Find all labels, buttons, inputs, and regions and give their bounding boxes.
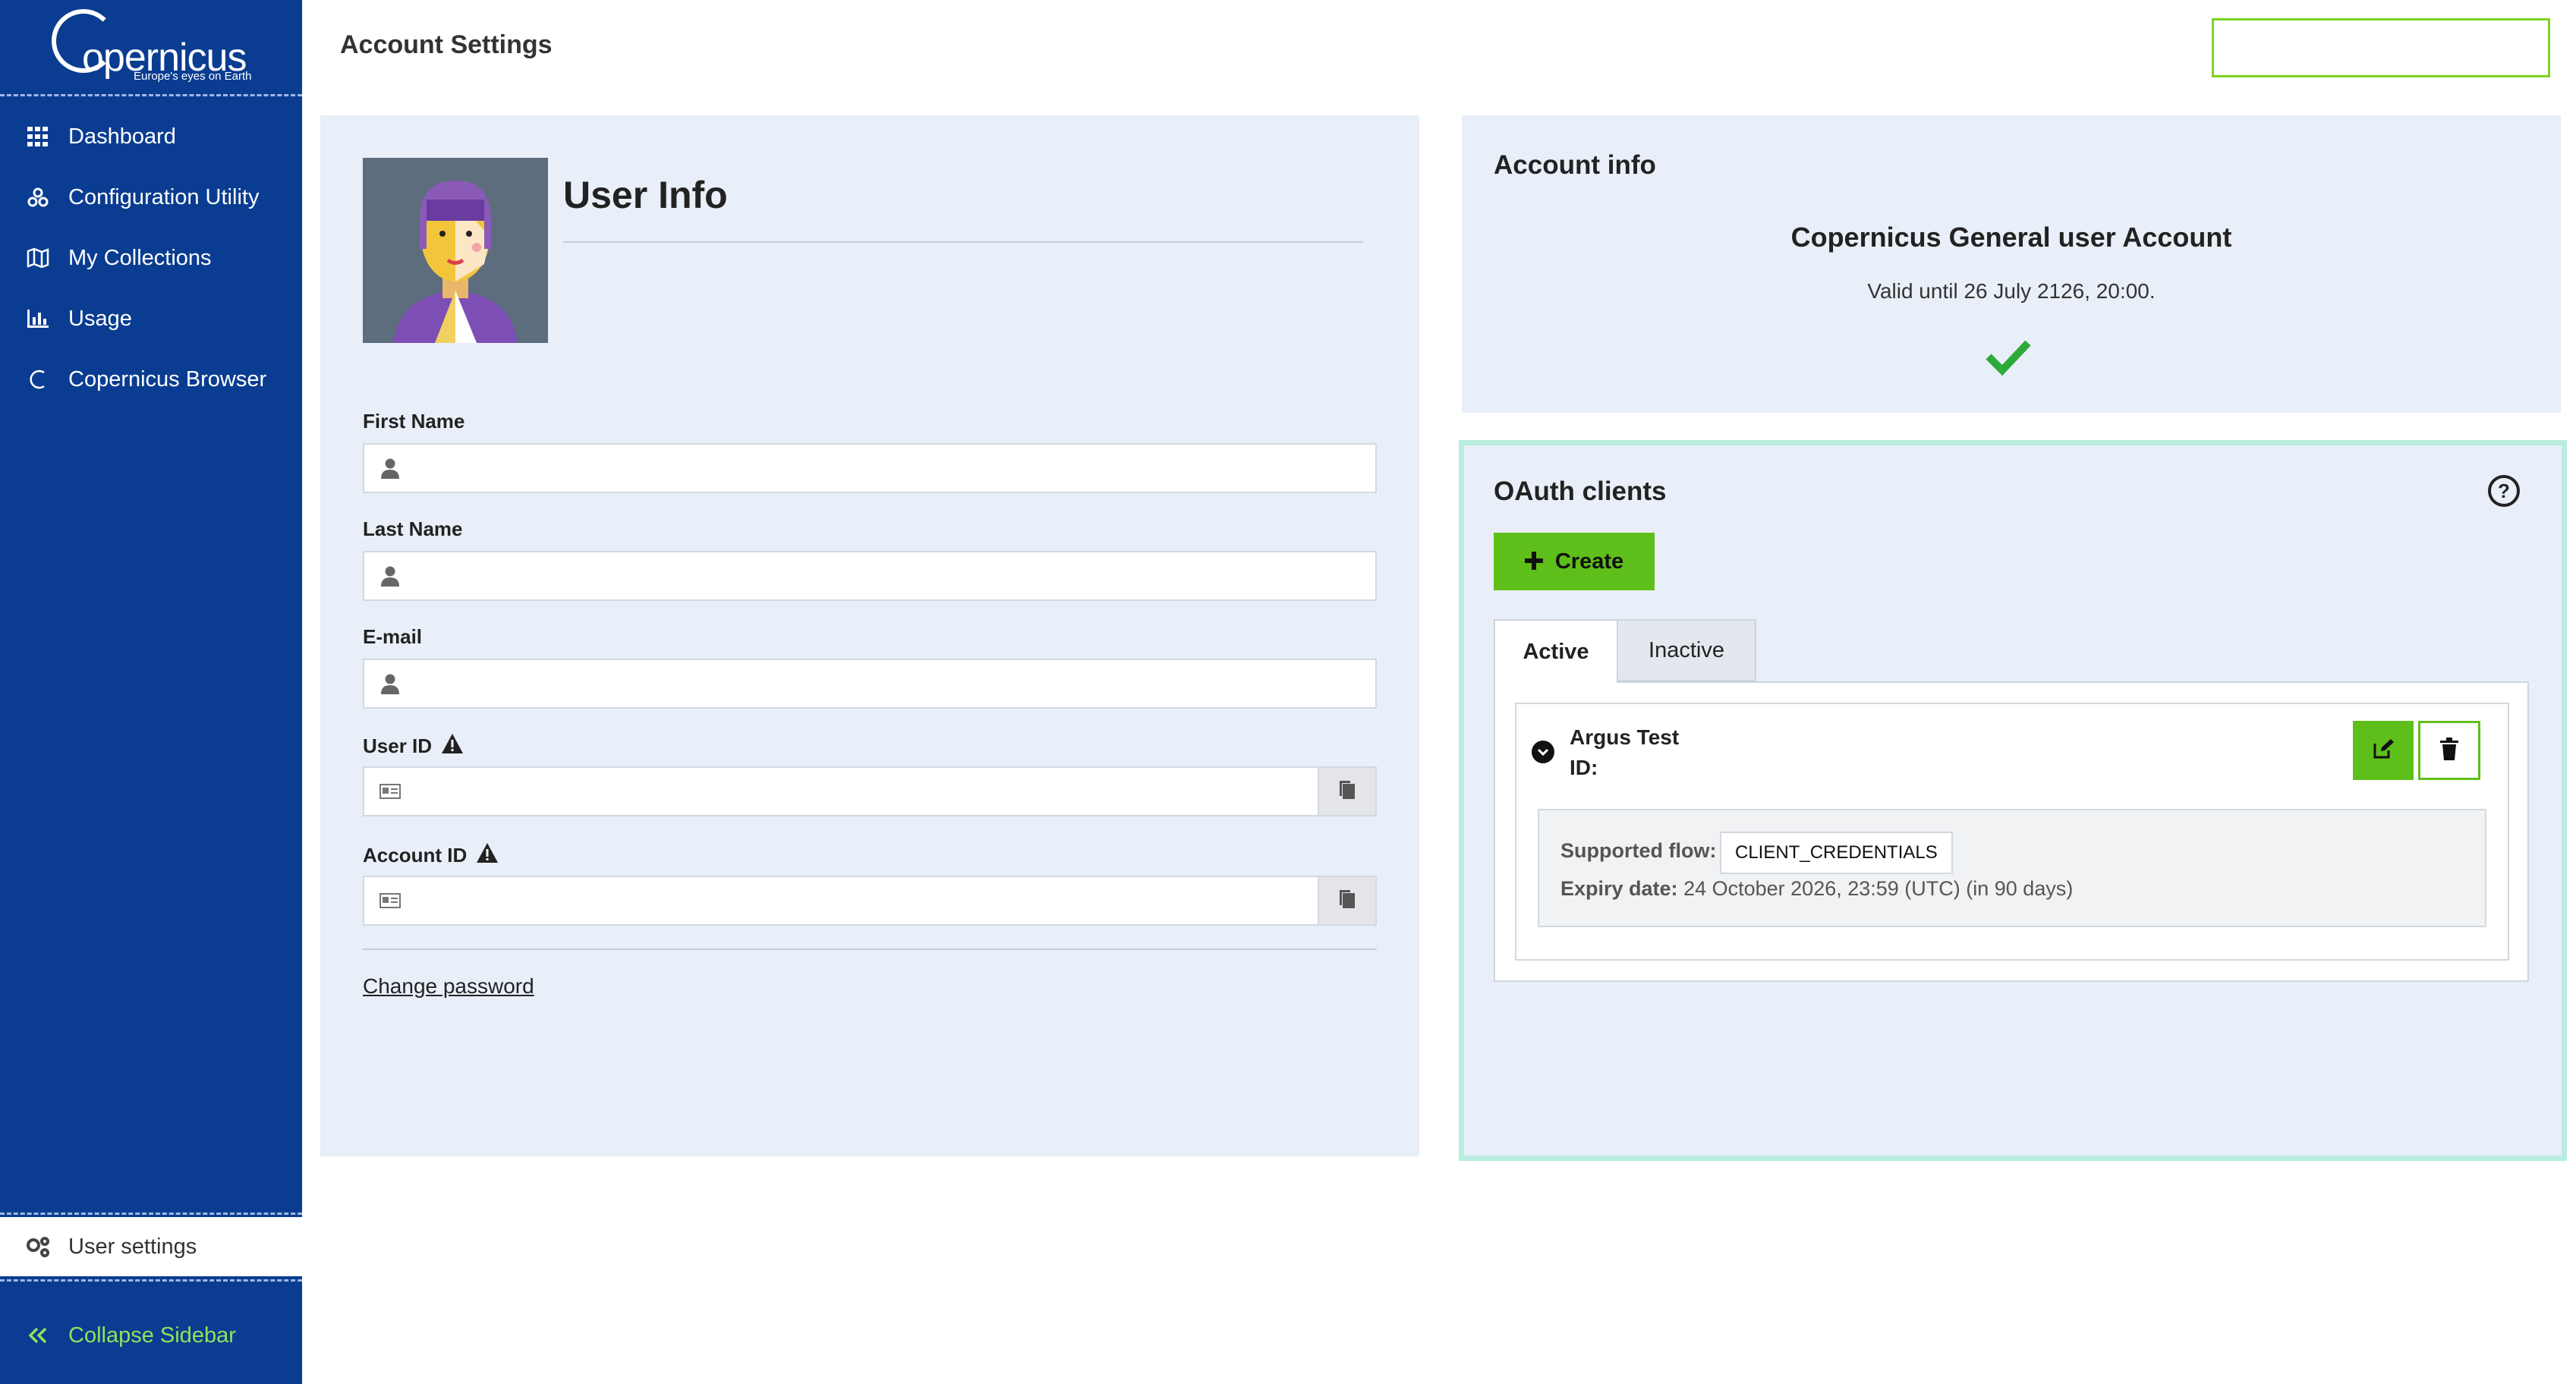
sidebar-item-usage[interactable]: Usage bbox=[0, 288, 302, 349]
copy-icon bbox=[1338, 889, 1356, 914]
user-id-label: User ID bbox=[363, 733, 464, 760]
expiry-date: Expiry date: 24 October 2026, 23:59 (UTC… bbox=[1560, 877, 2073, 901]
user-settings-label: User settings bbox=[68, 1234, 197, 1259]
first-name-field[interactable] bbox=[363, 443, 1377, 493]
id-card-icon bbox=[364, 784, 416, 799]
sidebar-item-label: Dashboard bbox=[68, 124, 176, 149]
edit-icon bbox=[2372, 738, 2395, 764]
account-id-field[interactable] bbox=[363, 876, 1377, 926]
account-id-label: Account ID bbox=[363, 842, 499, 869]
help-icon[interactable]: ? bbox=[2488, 475, 2520, 507]
account-id-input[interactable] bbox=[416, 877, 1318, 924]
warning-icon[interactable] bbox=[441, 733, 464, 760]
cogs-icon bbox=[24, 185, 52, 209]
user-icon bbox=[364, 673, 416, 694]
copernicus-logo[interactable]: opernicus Europe's eyes on Earth bbox=[52, 6, 252, 83]
copy-account-id-button[interactable] bbox=[1318, 877, 1375, 924]
copy-user-id-button[interactable] bbox=[1318, 768, 1375, 815]
sidebar-item-label: Copernicus Browser bbox=[68, 366, 267, 392]
sidebar-item-label: Configuration Utility bbox=[68, 184, 260, 209]
page-title: Account Settings bbox=[340, 30, 553, 59]
collapse-sidebar-button[interactable]: Collapse Sidebar bbox=[0, 1305, 302, 1366]
sidebar-item-copernicus-browser[interactable]: Copernicus Browser bbox=[0, 349, 302, 410]
user-id-field[interactable] bbox=[363, 766, 1377, 816]
grid-icon bbox=[24, 124, 52, 149]
user-id-input[interactable] bbox=[416, 768, 1318, 815]
sidebar-item-label: Usage bbox=[68, 306, 132, 331]
create-label: Create bbox=[1554, 549, 1624, 574]
sidebar-item-configuration-utility[interactable]: Configuration Utility bbox=[0, 167, 302, 228]
last-name-input[interactable] bbox=[416, 552, 1375, 599]
last-name-label-text: Last Name bbox=[363, 517, 463, 540]
last-name-label: Last Name bbox=[363, 517, 463, 541]
sidebar-divider bbox=[0, 1213, 302, 1215]
email-input[interactable] bbox=[416, 660, 1375, 707]
supported-flow-label: Supported flow: bbox=[1560, 839, 1717, 862]
email-label: E-mail bbox=[363, 625, 422, 649]
user-id-label-text: User ID bbox=[363, 734, 433, 757]
first-name-label: First Name bbox=[363, 410, 464, 433]
header-action-box[interactable] bbox=[2212, 18, 2550, 77]
warning-icon[interactable] bbox=[476, 842, 499, 869]
double-chevron-left-icon bbox=[24, 1323, 52, 1348]
collapse-sidebar-label: Collapse Sidebar bbox=[68, 1323, 236, 1348]
user-icon bbox=[364, 565, 416, 587]
sidebar-item-dashboard[interactable]: Dashboard bbox=[0, 106, 302, 167]
client-header: Argus Test ID: bbox=[1570, 722, 1679, 783]
account-type-name: Copernicus General user Account bbox=[1790, 222, 2232, 253]
expiry-label: Expiry date: bbox=[1560, 877, 1678, 900]
sidebar: opernicus Europe's eyes on Earth Dashboa… bbox=[0, 0, 302, 1384]
title-divider bbox=[563, 241, 1363, 243]
user-icon bbox=[364, 458, 416, 479]
user-avatar[interactable] bbox=[363, 158, 548, 343]
first-name-input[interactable] bbox=[416, 445, 1375, 492]
gears-icon bbox=[24, 1235, 52, 1259]
chevron-down-icon[interactable] bbox=[1532, 741, 1554, 763]
supported-flow-badge: CLIENT_CREDENTIALS bbox=[1720, 832, 1953, 874]
sidebar-nav: Dashboard Configuration Utility My Colle… bbox=[0, 106, 302, 410]
map-icon bbox=[24, 246, 52, 270]
sidebar-item-label: My Collections bbox=[68, 245, 212, 270]
checkmark-icon bbox=[1986, 334, 2031, 379]
trash-icon bbox=[2440, 737, 2458, 764]
logo-tagline: Europe's eyes on Earth bbox=[134, 70, 252, 83]
user-info-title: User Info bbox=[563, 174, 728, 216]
plus-icon bbox=[1524, 549, 1543, 574]
create-client-button[interactable]: Create bbox=[1494, 533, 1655, 590]
sidebar-divider bbox=[0, 94, 302, 96]
expiry-value: 24 October 2026, 23:59 (UTC) (in 90 days… bbox=[1683, 877, 2074, 900]
bar-chart-icon bbox=[24, 307, 52, 331]
sidebar-divider bbox=[0, 1279, 302, 1282]
oauth-clients-title: OAuth clients bbox=[1494, 477, 1667, 506]
account-info-title: Account info bbox=[1494, 150, 1656, 180]
client-id-label: ID: bbox=[1570, 756, 1598, 779]
client-name: Argus Test bbox=[1570, 725, 1680, 749]
last-name-field[interactable] bbox=[363, 551, 1377, 601]
edit-client-button[interactable] bbox=[2353, 721, 2414, 780]
delete-client-button[interactable] bbox=[2418, 721, 2480, 780]
tab-active[interactable]: Active bbox=[1494, 619, 1618, 683]
first-name-label-text: First Name bbox=[363, 410, 465, 432]
id-card-icon bbox=[364, 893, 416, 908]
tab-inactive[interactable]: Inactive bbox=[1618, 619, 1756, 681]
copernicus-c-icon bbox=[24, 367, 52, 392]
email-label-text: E-mail bbox=[363, 625, 423, 648]
change-password-link[interactable]: Change password bbox=[363, 974, 534, 999]
sidebar-item-user-settings[interactable]: User settings bbox=[0, 1217, 302, 1276]
account-validity: Valid until 26 July 2126, 20:00. bbox=[1867, 279, 2156, 303]
sidebar-item-my-collections[interactable]: My Collections bbox=[0, 228, 302, 288]
client-details bbox=[1538, 809, 2486, 927]
copy-icon bbox=[1338, 779, 1356, 804]
password-divider bbox=[363, 948, 1377, 950]
email-field[interactable] bbox=[363, 659, 1377, 709]
account-id-label-text: Account ID bbox=[363, 844, 468, 867]
